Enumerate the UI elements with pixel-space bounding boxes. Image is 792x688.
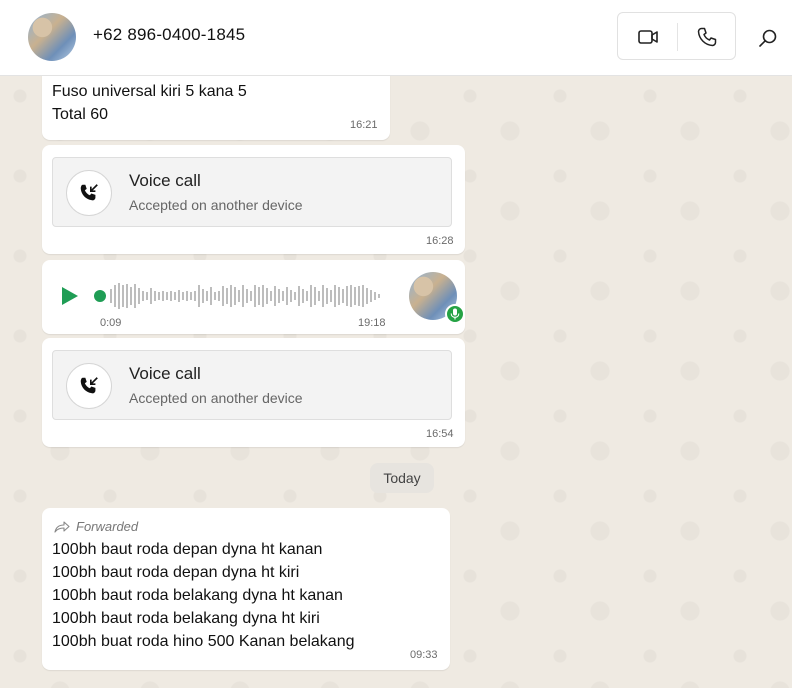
forward-arrow-icon	[54, 521, 70, 533]
waveform-progress-dot	[94, 290, 106, 302]
contact-name[interactable]: +62 896-0400-1845	[93, 25, 245, 45]
incoming-call-icon	[80, 184, 98, 201]
message-bubble[interactable]: Forwarded 100bh baut roda depan dyna ht …	[42, 508, 450, 670]
video-call-button[interactable]	[636, 25, 660, 49]
message-time: 16:21	[350, 119, 378, 131]
play-button[interactable]	[58, 285, 80, 307]
call-subtitle: Accepted on another device	[129, 390, 303, 406]
chat-header: +62 896-0400-1845	[0, 0, 792, 76]
message-time: 09:33	[410, 649, 438, 661]
message-line: 100bh buat roda hino 500 Kanan belakang	[52, 633, 355, 650]
message-line: 100bh baut roda depan dyna ht kiri	[52, 564, 300, 581]
video-camera-icon	[638, 30, 658, 44]
call-icon-badge	[66, 170, 112, 216]
forwarded-label: Forwarded	[54, 519, 138, 534]
forwarded-text: Forwarded	[76, 519, 139, 534]
message-time: 19:18	[358, 317, 386, 329]
search-icon	[759, 29, 777, 47]
incoming-call-icon	[80, 377, 98, 394]
voice-waveform[interactable]	[94, 279, 384, 313]
call-card[interactable]: Voice call Accepted on another device	[52, 157, 452, 227]
play-icon	[62, 287, 78, 305]
message-line: 100bh baut roda belakang dyna ht kanan	[52, 587, 343, 604]
message-time: 16:28	[426, 235, 454, 247]
message-line: 100bh baut roda depan dyna ht kanan	[52, 541, 323, 558]
mic-badge	[445, 304, 465, 324]
divider	[677, 23, 678, 51]
call-icon-badge	[66, 363, 112, 409]
call-subtitle: Accepted on another device	[129, 197, 303, 213]
call-title: Voice call	[129, 364, 201, 383]
call-title: Voice call	[129, 171, 201, 190]
call-log-bubble[interactable]: Voice call Accepted on another device 16…	[42, 338, 465, 447]
voice-duration: 0:09	[100, 317, 122, 329]
message-time: 16:54	[426, 428, 454, 440]
call-card[interactable]: Voice call Accepted on another device	[52, 350, 452, 420]
voice-call-button[interactable]	[695, 25, 719, 49]
chat-area[interactable]: Fuso universal kiri 5 kana 5 Total 60 16…	[0, 76, 792, 688]
call-log-bubble[interactable]: Voice call Accepted on another device 16…	[42, 145, 465, 254]
phone-icon	[697, 27, 717, 47]
voice-message-bubble[interactable]: 0:09 19:18	[42, 260, 465, 334]
call-button-group	[617, 12, 736, 60]
contact-avatar[interactable]	[28, 13, 76, 61]
search-button[interactable]	[756, 26, 780, 50]
microphone-icon	[450, 308, 460, 320]
message-line: 100bh baut roda belakang dyna ht kiri	[52, 610, 320, 627]
message-line: Total 60	[52, 106, 109, 123]
message-line: Fuso universal kiri 5 kana 5	[52, 83, 247, 100]
date-separator: Today	[370, 463, 434, 493]
message-bubble[interactable]: Fuso universal kiri 5 kana 5 Total 60 16…	[42, 76, 390, 140]
